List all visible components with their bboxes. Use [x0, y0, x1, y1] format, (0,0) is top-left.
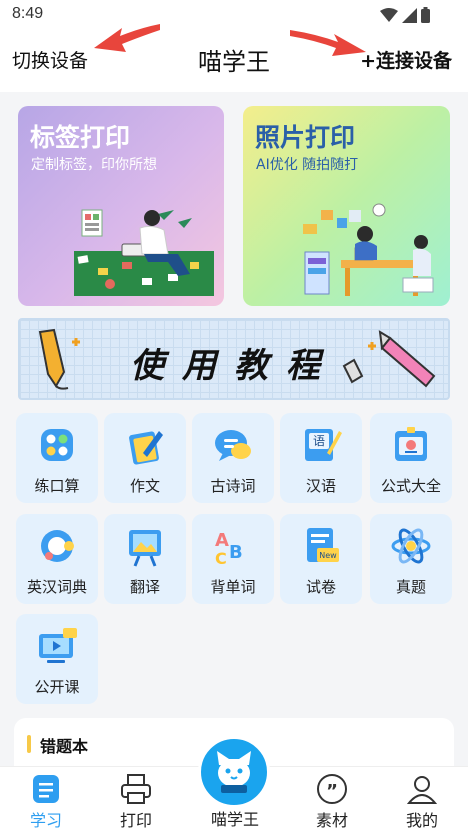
status-icons: [380, 7, 430, 23]
formula-card-icon: [395, 427, 427, 461]
printer-icon: [121, 774, 151, 804]
svg-text:A: A: [215, 530, 229, 551]
label-print-card[interactable]: 标签打印 定制标签，印你所想: [18, 106, 224, 306]
signal-icon: [402, 7, 417, 23]
photo-print-subtitle: AI优化 随拍随打: [256, 157, 359, 173]
quote-bubble-icon: ”: [317, 774, 347, 804]
abc-letters-icon: A B C: [215, 530, 243, 568]
wrong-questions-title: 错题本: [40, 737, 89, 756]
atom-icon: [391, 528, 431, 564]
tab-label: 素材: [315, 811, 348, 830]
connect-device-button[interactable]: +连接设备: [360, 46, 452, 73]
calculator-icon: [41, 429, 73, 461]
tool-label: 试卷: [305, 578, 336, 596]
svg-text:语: 语: [313, 434, 325, 448]
tab-mine[interactable]: 我的: [382, 767, 462, 831]
tool-label: 汉语: [305, 477, 336, 495]
wifi-icon: [380, 7, 398, 22]
tool-english-dictionary[interactable]: 英汉词典: [16, 514, 98, 604]
pen-notebook-icon: [129, 431, 163, 465]
tool-chinese[interactable]: 语 汉语: [280, 413, 362, 503]
tool-label: 真题: [395, 578, 426, 596]
user-icon: [406, 776, 438, 804]
exam-paper-icon: New: [307, 528, 339, 562]
tutorial-title: 使用教程: [130, 346, 338, 386]
tool-label: 公式大全: [380, 477, 441, 495]
tab-label: 学习: [29, 811, 62, 830]
tool-label: 英汉词典: [26, 578, 87, 596]
tool-formula-collection[interactable]: 公式大全: [370, 413, 452, 503]
tool-label: 练口算: [34, 477, 80, 495]
tool-label: 背单词: [210, 578, 256, 596]
tool-composition[interactable]: 作文: [104, 413, 186, 503]
tool-label: 古诗词: [210, 477, 256, 495]
svg-text:B: B: [229, 542, 243, 563]
tool-label: 公开课: [34, 678, 80, 696]
svg-text:New: New: [319, 551, 337, 560]
tool-open-courses[interactable]: 公开课: [16, 614, 98, 704]
red-arrow-left-annotation: [94, 24, 160, 52]
svg-text:C: C: [215, 549, 227, 568]
chinese-book-icon: 语: [305, 429, 342, 461]
photo-print-card[interactable]: 照片打印 AI优化 随拍随打: [243, 106, 450, 306]
photo-print-title: 照片打印: [255, 123, 356, 152]
tutorial-banner[interactable]: 使用教程: [18, 318, 450, 400]
tool-oral-arithmetic[interactable]: 练口算: [16, 413, 98, 503]
label-print-subtitle: 定制标签，印你所想: [31, 157, 157, 173]
status-time: 8:49: [12, 5, 44, 22]
tab-print[interactable]: 打印: [96, 767, 176, 831]
section-accent-bar: [27, 735, 31, 753]
tool-label: 翻译: [129, 578, 160, 596]
tab-miaoxuewang[interactable]: [198, 736, 270, 808]
tab-label: 打印: [119, 811, 152, 830]
easel-icon: [129, 530, 161, 567]
tool-exam-papers[interactable]: New 试卷: [280, 514, 362, 604]
cat-mascot-icon: [217, 751, 251, 793]
tab-label: 喵学王: [210, 810, 259, 829]
study-book-icon: [33, 775, 59, 803]
tool-past-exams[interactable]: 真题: [370, 514, 452, 604]
label-print-title: 标签打印: [30, 123, 131, 152]
tab-label: 我的: [405, 811, 438, 830]
status-bar: 8:49: [0, 0, 468, 30]
header: 切换设备 喵学王 +连接设备: [0, 30, 468, 92]
tool-classical-poetry[interactable]: 古诗词: [192, 413, 274, 503]
tab-materials[interactable]: ” 素材: [292, 767, 372, 831]
chat-bubble-icon: [215, 430, 251, 461]
tool-memorize-words[interactable]: A B C 背单词: [192, 514, 274, 604]
dictionary-icon: [41, 530, 74, 562]
battery-icon: [421, 7, 430, 23]
video-lesson-icon: [39, 628, 77, 663]
tool-translate[interactable]: 翻译: [104, 514, 186, 604]
tab-study[interactable]: 学习: [6, 767, 86, 831]
svg-text:”: ”: [326, 781, 338, 802]
red-arrow-right-annotation: [290, 30, 366, 56]
tool-label: 作文: [129, 477, 160, 495]
